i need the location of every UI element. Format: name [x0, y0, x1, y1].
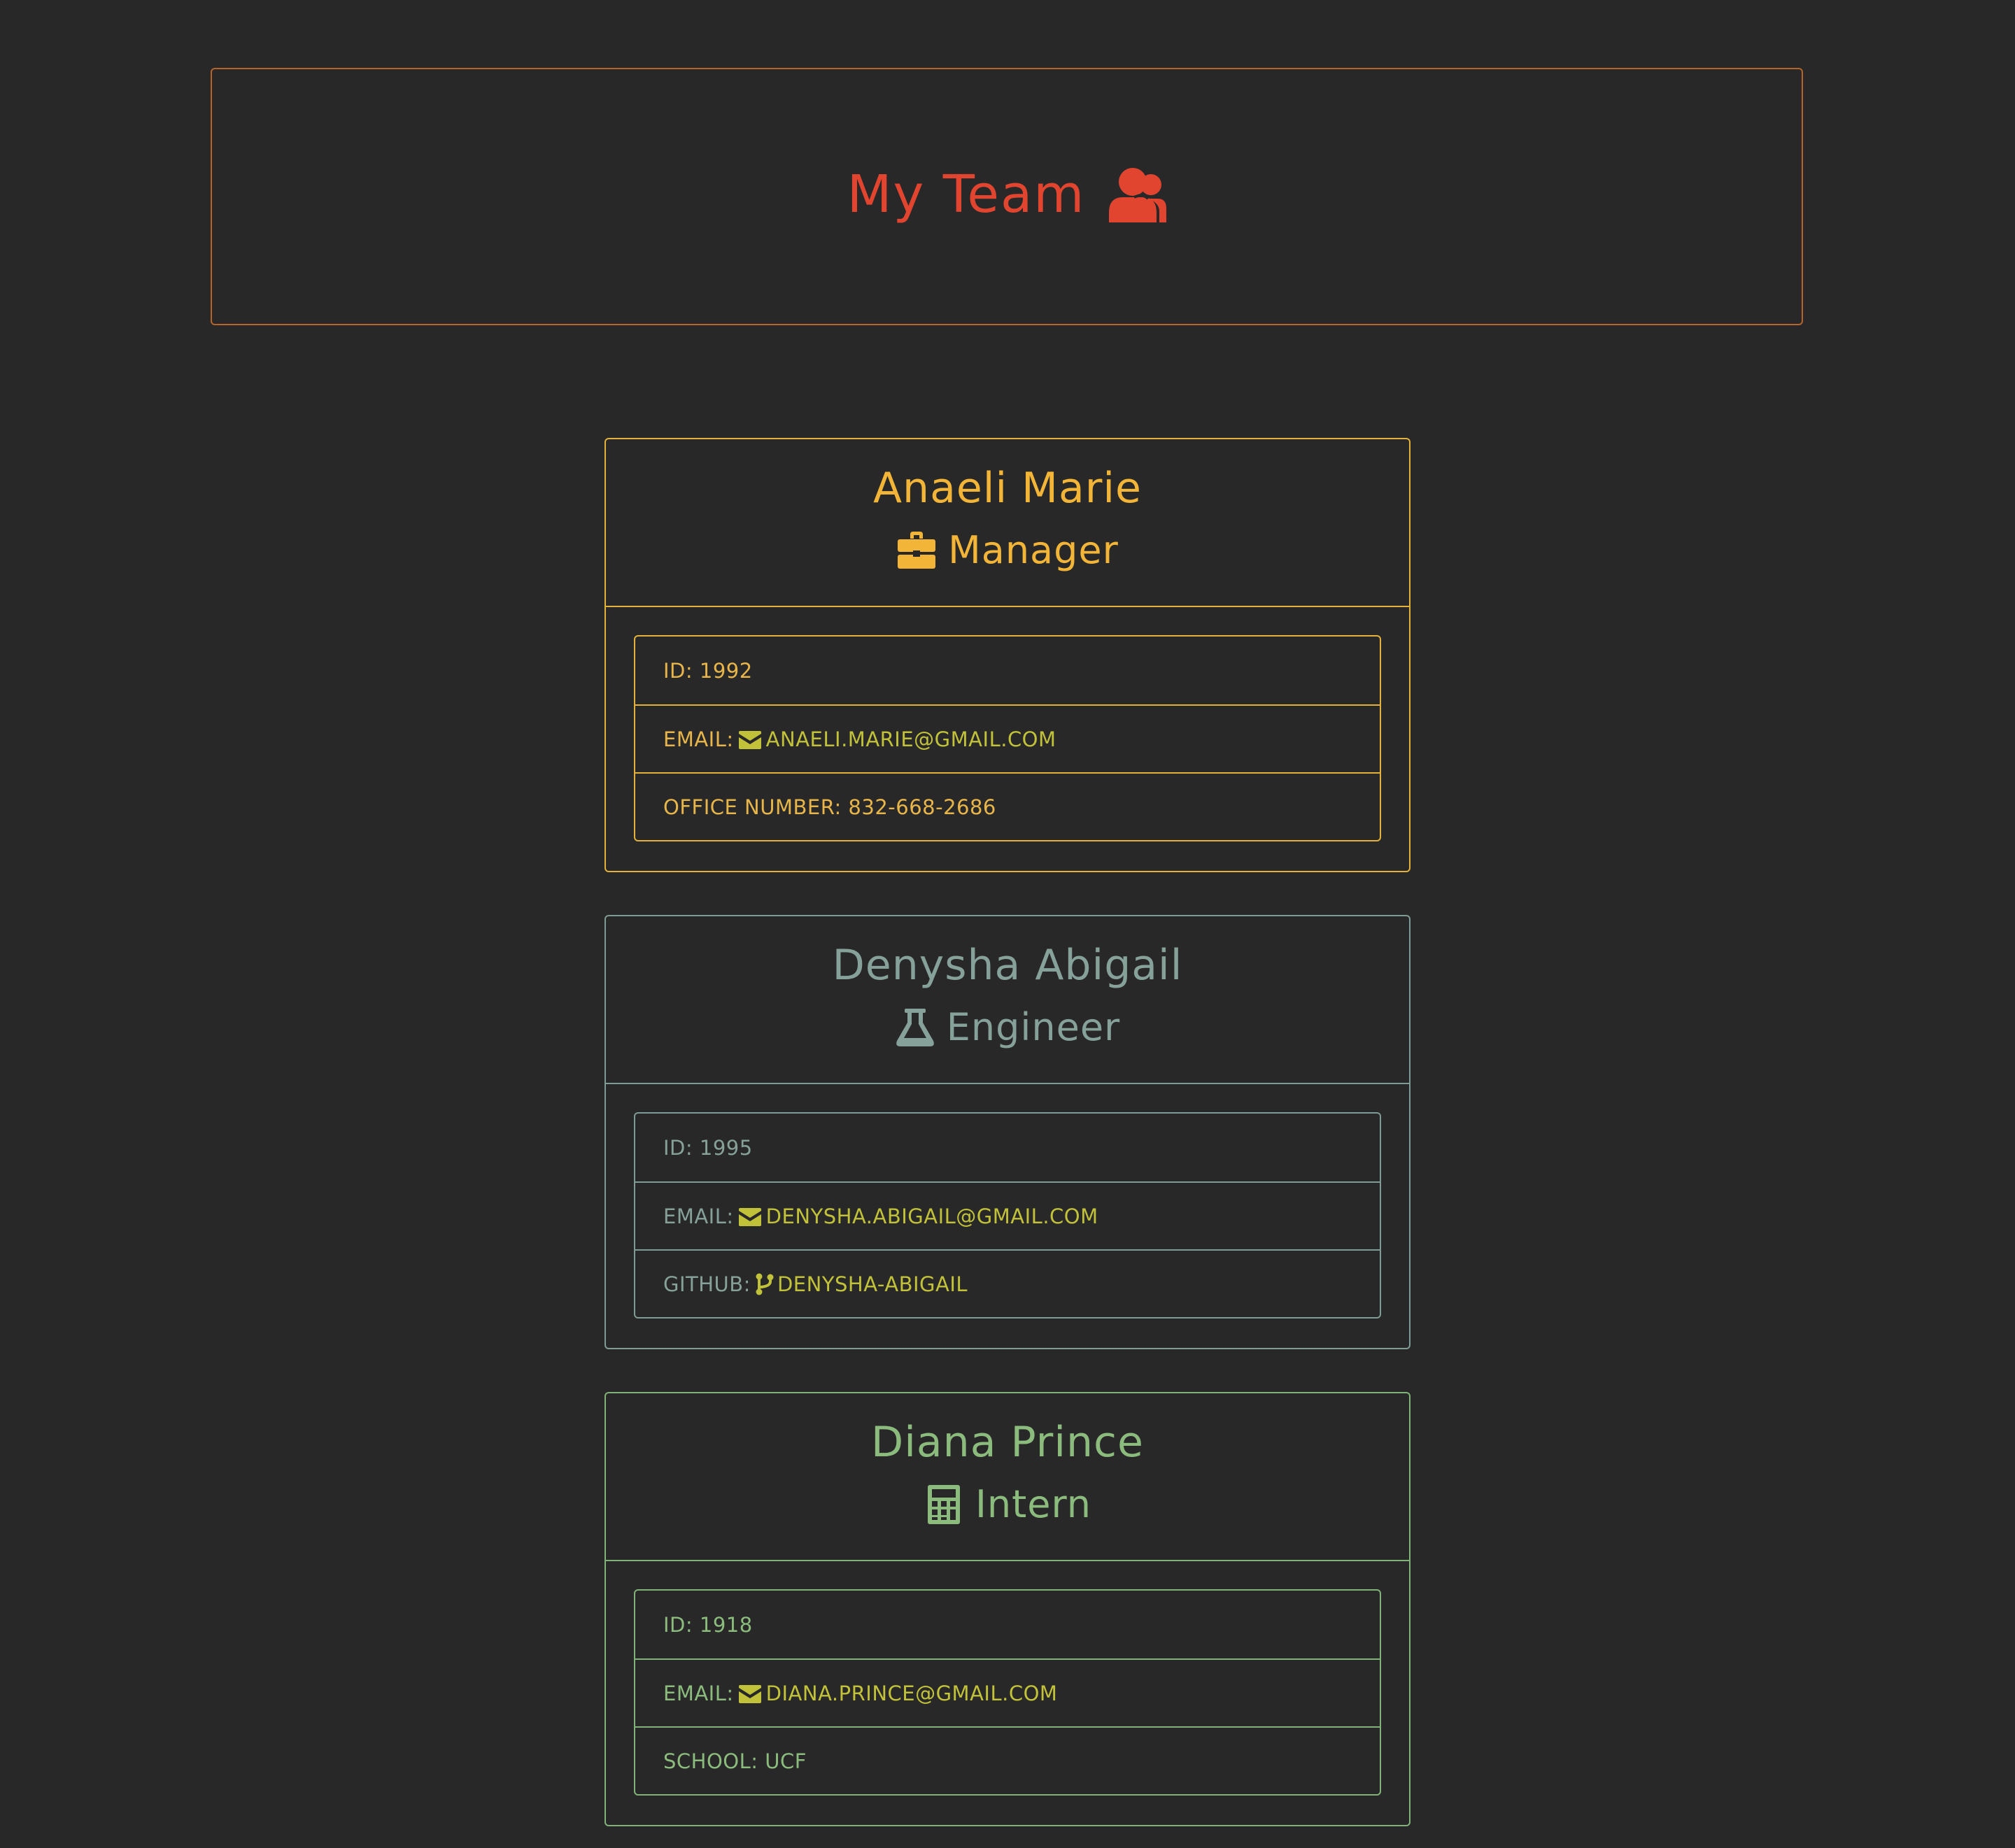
employee-name: Denysha Abigail: [832, 941, 1183, 990]
employee-role: Manager: [896, 526, 1119, 575]
employee-github-row: GITHUB: DENYSHA-ABIGAIL: [635, 1249, 1380, 1317]
employee-role-label: Intern: [975, 1482, 1092, 1526]
calculator-icon: [924, 1484, 964, 1525]
email-link[interactable]: ANAELI.MARIE@GMAIL.COM: [734, 727, 1056, 751]
code-branch-icon: [755, 1273, 775, 1295]
email-address: ANAELI.MARIE@GMAIL.COM: [765, 727, 1056, 751]
briefcase-icon: [896, 530, 937, 571]
employee-id-text: ID: 1918: [663, 1612, 753, 1637]
office-number-text: OFFICE NUMBER: 832-668-2686: [663, 795, 996, 819]
employee-id-text: ID: 1995: [663, 1135, 753, 1160]
employee-email-row: EMAIL: DENYSHA.ABIGAIL@GMAIL.COM: [635, 1181, 1380, 1249]
envelope-icon: [738, 730, 762, 749]
employee-role: Engineer: [895, 1003, 1121, 1052]
github-link[interactable]: DENYSHA-ABIGAIL: [751, 1272, 968, 1296]
page-title: My Team: [847, 164, 1167, 225]
email-link[interactable]: DENYSHA.ABIGAIL@GMAIL.COM: [734, 1204, 1098, 1228]
envelope-icon: [738, 1207, 762, 1226]
employee-card-engineer: Denysha Abigail Engineer ID: 1995 EMAIL:: [604, 915, 1410, 1349]
github-label: GITHUB:: [663, 1272, 751, 1296]
employee-email-row: EMAIL: DIANA.PRINCE@GMAIL.COM: [635, 1658, 1380, 1726]
email-label: EMAIL:: [663, 1204, 734, 1228]
employee-details: ID: 1995 EMAIL: DENYSHA.ABIGAIL@GMAIL.CO…: [634, 1112, 1381, 1319]
card-header: Diana Prince Intern: [606, 1393, 1409, 1561]
envelope-icon: [738, 1684, 762, 1703]
card-header: Anaeli Marie Manager: [606, 439, 1409, 607]
employee-id: ID: 1992: [635, 637, 1380, 704]
employee-id: ID: 1918: [635, 1591, 1380, 1658]
employee-role-label: Manager: [948, 528, 1119, 572]
employee-role: Intern: [924, 1480, 1091, 1529]
email-address: DIANA.PRINCE@GMAIL.COM: [765, 1681, 1058, 1705]
employee-card-intern: Diana Prince Intern ID: 1918 EMAIL: DIAN…: [604, 1392, 1410, 1826]
email-label: EMAIL:: [663, 727, 734, 751]
office-number: OFFICE NUMBER: 832-668-2686: [635, 772, 1380, 840]
card-header: Denysha Abigail Engineer: [606, 916, 1409, 1084]
flask-icon: [895, 1007, 935, 1048]
employee-card-manager: Anaeli Marie Manager ID: 1992 EMAIL: ANA…: [604, 438, 1410, 872]
school: SCHOOL: UCF: [635, 1726, 1380, 1794]
users-icon: [1108, 166, 1167, 222]
email-label: EMAIL:: [663, 1681, 734, 1705]
employee-email-row: EMAIL: ANAELI.MARIE@GMAIL.COM: [635, 704, 1380, 772]
email-link[interactable]: DIANA.PRINCE@GMAIL.COM: [734, 1682, 1058, 1705]
github-username: DENYSHA-ABIGAIL: [777, 1272, 968, 1296]
employee-id: ID: 1995: [635, 1114, 1380, 1181]
page-title-text: My Team: [847, 164, 1086, 225]
employee-name: Diana Prince: [871, 1418, 1144, 1467]
email-address: DENYSHA.ABIGAIL@GMAIL.COM: [765, 1204, 1098, 1228]
employee-name: Anaeli Marie: [873, 464, 1142, 513]
employee-details: ID: 1992 EMAIL: ANAELI.MARIE@GMAIL.COM O…: [634, 635, 1381, 841]
page-header: My Team: [211, 68, 1803, 325]
school-text: SCHOOL: UCF: [663, 1749, 807, 1773]
employee-id-text: ID: 1992: [663, 658, 753, 683]
employee-role-label: Engineer: [946, 1005, 1121, 1049]
employee-details: ID: 1918 EMAIL: DIANA.PRINCE@GMAIL.COM S…: [634, 1589, 1381, 1796]
